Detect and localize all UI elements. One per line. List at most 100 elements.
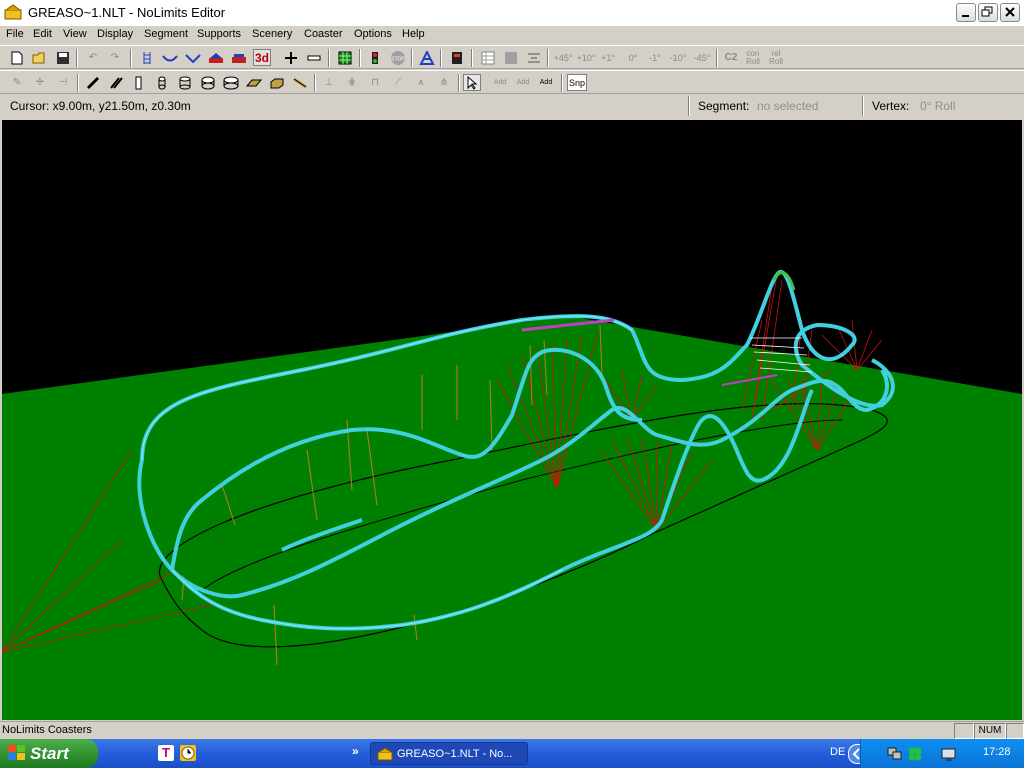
station-tool-button[interactable] (207, 49, 225, 66)
fill-view-button[interactable] (502, 49, 520, 66)
menu-view[interactable]: View (59, 28, 91, 40)
language-indicator[interactable]: DE (830, 746, 845, 758)
close-button[interactable] (1000, 3, 1020, 22)
clover-icon[interactable] (907, 746, 923, 762)
toolbar-separator (716, 49, 718, 67)
support-tool-3-button[interactable]: ⊣ (54, 74, 72, 91)
roll-plus45-button[interactable]: +45° (554, 49, 573, 66)
add-support-button[interactable]: Add (537, 74, 555, 91)
cylinder-large-button[interactable] (199, 74, 217, 91)
support-tool-1-button[interactable]: ✎ (8, 74, 26, 91)
system-clock[interactable]: 17:28 (983, 746, 1011, 758)
roll-minus45-button[interactable]: -45° (693, 49, 711, 66)
toolbar-separator (458, 74, 460, 92)
display-settings-icon[interactable] (941, 746, 957, 762)
track-tool-button[interactable] (138, 49, 156, 66)
restore-button[interactable] (978, 3, 998, 22)
train-tool-button[interactable] (230, 49, 248, 66)
add-segment-button[interactable] (282, 49, 300, 66)
table-view-button[interactable] (479, 49, 497, 66)
cylinder-xl-button[interactable] (222, 74, 240, 91)
add-node-button[interactable]: Add (491, 74, 509, 91)
ladder-button[interactable]: ⋕ (343, 74, 361, 91)
coaster-scene[interactable] (2, 120, 1022, 720)
menu-options[interactable]: Options (350, 28, 396, 40)
roll-zero-button[interactable]: 0° (624, 49, 642, 66)
menu-display[interactable]: Display (93, 28, 137, 40)
supports-tool-button[interactable] (418, 49, 436, 66)
frame-icon: ⊓ (371, 77, 379, 88)
open-file-button[interactable] (31, 49, 49, 66)
menu-supports[interactable]: Supports (193, 28, 245, 40)
rod-icon (293, 77, 307, 88)
cylinder-medium-button[interactable] (176, 74, 194, 91)
clock-app-icon[interactable] (180, 745, 196, 761)
block-tool-button[interactable] (268, 74, 286, 91)
menu-help[interactable]: Help (398, 28, 429, 40)
undo-button[interactable]: ↶ (84, 49, 102, 66)
roll-plus1-button[interactable]: +1° (599, 49, 617, 66)
snap-toggle[interactable]: Snp (567, 74, 587, 91)
train-icon (232, 53, 246, 63)
scenery-tool-button[interactable] (448, 49, 466, 66)
network-icon[interactable] (887, 746, 903, 762)
simulate-button[interactable] (366, 49, 384, 66)
minimize-button[interactable] (956, 3, 976, 22)
redo-button[interactable]: ↷ (106, 49, 124, 66)
footer-tool-button[interactable] (245, 74, 263, 91)
taskbar-window-button[interactable]: GREASO~1.NLT - No... (370, 742, 528, 765)
bridge-icon: ⩚ (418, 77, 424, 88)
clock-icon (181, 746, 195, 760)
roll-plus10-button[interactable]: +10° (577, 49, 596, 66)
split-button[interactable]: ⋔ (435, 74, 453, 91)
select-tool-button[interactable] (463, 74, 481, 91)
start-button[interactable]: Start (0, 739, 98, 768)
rel-roll-button[interactable]: rel Roll (767, 49, 785, 66)
new-file-button[interactable] (8, 49, 26, 66)
cursor-coordinates: Cursor: x9.00m, y21.50m, z0.30m (10, 99, 191, 113)
menu-coaster[interactable]: Coaster (300, 28, 347, 40)
pillar-tool-button[interactable] (130, 74, 148, 91)
free-node-button[interactable]: ⊥ (320, 74, 338, 91)
menu-segment[interactable]: Segment (140, 28, 192, 40)
3d-view-button[interactable]: 3d (253, 49, 271, 66)
slant-button[interactable]: ⟋ (389, 74, 407, 91)
beam-tool-button[interactable] (84, 74, 102, 91)
app-icon (4, 4, 22, 20)
t-online-icon[interactable]: T (158, 745, 174, 761)
menu-bar: File Edit View Display Segment Supports … (0, 26, 1024, 45)
status-divider (688, 96, 690, 116)
c2-button[interactable]: C2 (722, 49, 740, 66)
menu-edit[interactable]: Edit (29, 28, 56, 40)
curve-tool-button[interactable] (161, 49, 179, 66)
station-icon (209, 52, 223, 63)
quicklaunch-overflow[interactable]: » (352, 744, 359, 758)
start-label: Start (30, 743, 69, 763)
cylinder-small-button[interactable] (153, 74, 171, 91)
minus-icon (307, 55, 321, 60)
support-tool-2-button[interactable]: ✛ (31, 74, 49, 91)
menu-file[interactable]: File (2, 28, 28, 40)
save-button[interactable] (54, 49, 72, 66)
rod-tool-button[interactable] (291, 74, 309, 91)
taskbar: Start T » GREASO~1.NLT - No... DE 17:28 (0, 739, 1024, 768)
roll-minus1-button[interactable]: -1° (646, 49, 664, 66)
menu-scenery[interactable]: Scenery (248, 28, 296, 40)
align-button[interactable] (525, 49, 543, 66)
slant-icon: ⟋ (394, 77, 402, 88)
3d-viewport[interactable] (2, 120, 1022, 720)
double-beam-tool-button[interactable] (107, 74, 125, 91)
plus-icon (285, 51, 297, 64)
remove-segment-button[interactable] (305, 49, 323, 66)
valley-tool-button[interactable] (184, 49, 202, 66)
table-icon (481, 51, 495, 64)
stop-button[interactable]: STOP (389, 49, 407, 66)
bridge-button[interactable]: ⩚ (412, 74, 430, 91)
window-title: GREASO~1.NLT - NoLimits Editor (28, 5, 226, 20)
roll-minus10-button[interactable]: -10° (669, 49, 687, 66)
add-beam-button[interactable]: Add (514, 74, 532, 91)
frame-button[interactable]: ⊓ (366, 74, 384, 91)
terrain-button[interactable] (336, 49, 354, 66)
system-tray: 17:28 (860, 739, 1024, 768)
con-roll-button[interactable]: con Roll (744, 49, 762, 66)
